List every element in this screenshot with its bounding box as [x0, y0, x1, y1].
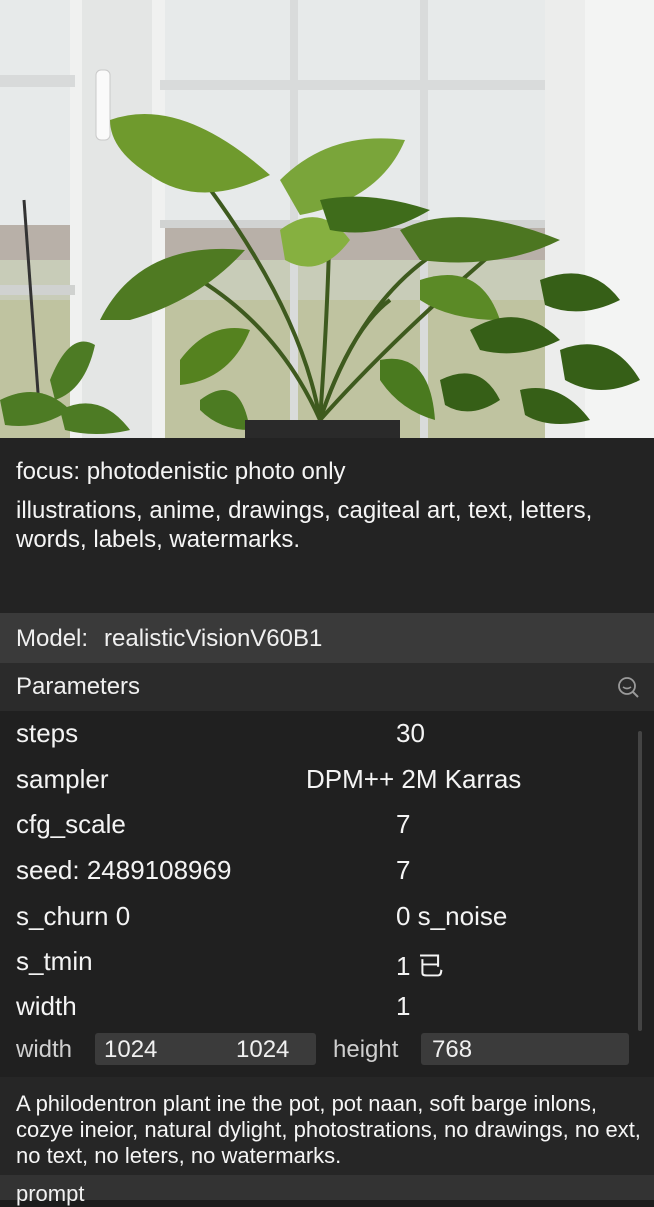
width-input-value: 1024 [104, 1036, 158, 1063]
negative-prompt-panel[interactable]: focus: photodenistic photo only illustra… [0, 438, 654, 613]
param-value: 0 s_noise [396, 901, 508, 931]
param-key: seed: 2489108969 [16, 855, 232, 885]
dimension-fields: width 1024 1024 height 768 [0, 1030, 654, 1070]
height-label: height [333, 1036, 399, 1063]
prompt-label: prompt [16, 1181, 85, 1206]
plant-photo [0, 0, 654, 438]
param-row-cfg-scale: cfg_scale 7 [0, 802, 640, 846]
height-input[interactable]: 768 [421, 1033, 629, 1065]
param-value: 1 已 [396, 951, 444, 981]
param-row-sampler: sampler DPM++ 2M Karras [0, 757, 640, 801]
param-value: 30 [396, 718, 425, 748]
param-value: DPM++ 2M Karras [306, 764, 522, 794]
param-key: steps [16, 718, 79, 748]
negative-prompt-line-2: illustrations, anime, drawings, cagiteal… [16, 497, 593, 553]
prompt-header[interactable]: prompt [0, 1175, 654, 1206]
param-value: 7 [396, 809, 411, 839]
scrollbar[interactable] [638, 731, 642, 1031]
prompt-text: A philodentron plant ine the pot, pot na… [16, 1091, 641, 1168]
model-label: Model: [16, 625, 89, 652]
param-key: s_churn 0 [16, 901, 131, 931]
param-key: sampler [16, 764, 109, 794]
search-icon[interactable] [616, 675, 640, 699]
height-input-value: 768 [432, 1036, 473, 1063]
param-row-steps: steps 30 [0, 711, 640, 755]
param-key: s_tmin [16, 946, 93, 976]
param-row-seed: seed: 2489108969 7 [0, 848, 640, 892]
parameters-list: steps 30 sampler DPM++ 2M Karras cfg_sca… [0, 711, 654, 1077]
prompt-text-area[interactable]: A philodentron plant ine the pot, pot na… [0, 1077, 654, 1175]
param-key: cfg_scale [16, 809, 126, 839]
negative-prompt-line-1: focus: photodenistic photo only [16, 458, 346, 485]
parameters-title: Parameters [16, 673, 141, 700]
param-key: width [16, 991, 77, 1021]
width-input[interactable]: 1024 1024 [95, 1033, 316, 1065]
param-row-s-churn: s_churn 0 0 s_noise [0, 894, 640, 938]
model-bar[interactable]: Model: realisticVisionV60B1 [0, 613, 654, 663]
param-row-s-tmin: s_tmin 1 已 [0, 939, 640, 983]
width-label: width [16, 1036, 73, 1063]
width-input-value-2: 1024 [236, 1036, 290, 1063]
parameters-header[interactable]: Parameters [0, 663, 654, 711]
param-row-width: width 1 [0, 984, 640, 1028]
param-value: 1 [396, 991, 411, 1021]
model-value: realisticVisionV60B1 [104, 625, 323, 652]
param-value: 7 [396, 855, 411, 885]
